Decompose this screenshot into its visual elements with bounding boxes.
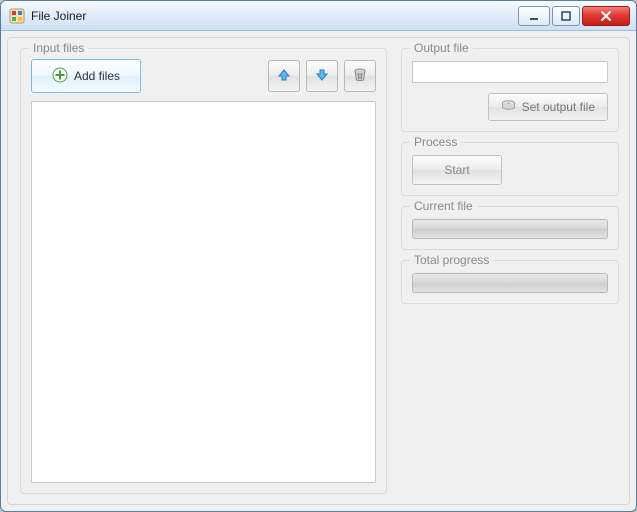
input-files-toolbar: Add files: [31, 59, 376, 93]
current-file-progress: [412, 219, 608, 239]
close-button[interactable]: [582, 6, 630, 26]
start-button[interactable]: Start: [412, 155, 502, 185]
remove-button[interactable]: [344, 60, 376, 92]
process-legend: Process: [410, 135, 461, 149]
titlebar[interactable]: File Joiner: [1, 1, 636, 31]
window-title: File Joiner: [31, 9, 86, 23]
current-file-legend: Current file: [410, 199, 477, 213]
total-progress: [412, 273, 608, 293]
maximize-button[interactable]: [552, 6, 580, 26]
set-output-file-button[interactable]: Set output file: [488, 93, 608, 121]
process-group: Process Start: [401, 142, 619, 196]
start-label: Start: [444, 163, 469, 177]
current-file-group: Current file: [401, 206, 619, 250]
total-progress-legend: Total progress: [410, 253, 493, 267]
set-output-file-label: Set output file: [522, 100, 595, 114]
trash-icon: [352, 67, 368, 86]
disk-icon: [501, 99, 516, 116]
app-window: File Joiner Input files: [0, 0, 637, 512]
add-files-label: Add files: [74, 69, 120, 83]
input-file-list[interactable]: [31, 101, 376, 483]
output-file-field[interactable]: [412, 61, 608, 83]
arrow-down-icon: [314, 67, 330, 86]
app-icon: [9, 8, 25, 24]
input-files-group: Input files Add files: [20, 48, 387, 494]
client-area: Input files Add files: [7, 37, 630, 505]
total-progress-group: Total progress: [401, 260, 619, 304]
input-files-panel: Input files Add files: [20, 48, 387, 494]
output-file-legend: Output file: [410, 41, 473, 55]
output-file-group: Output file Set output file: [401, 48, 619, 132]
right-panel: Output file Set output file: [401, 48, 619, 494]
arrow-up-icon: [276, 67, 292, 86]
input-files-legend: Input files: [29, 41, 88, 55]
add-files-button[interactable]: Add files: [31, 59, 141, 93]
plus-icon: [52, 67, 68, 86]
move-down-button[interactable]: [306, 60, 338, 92]
move-up-button[interactable]: [268, 60, 300, 92]
minimize-button[interactable]: [518, 6, 550, 26]
